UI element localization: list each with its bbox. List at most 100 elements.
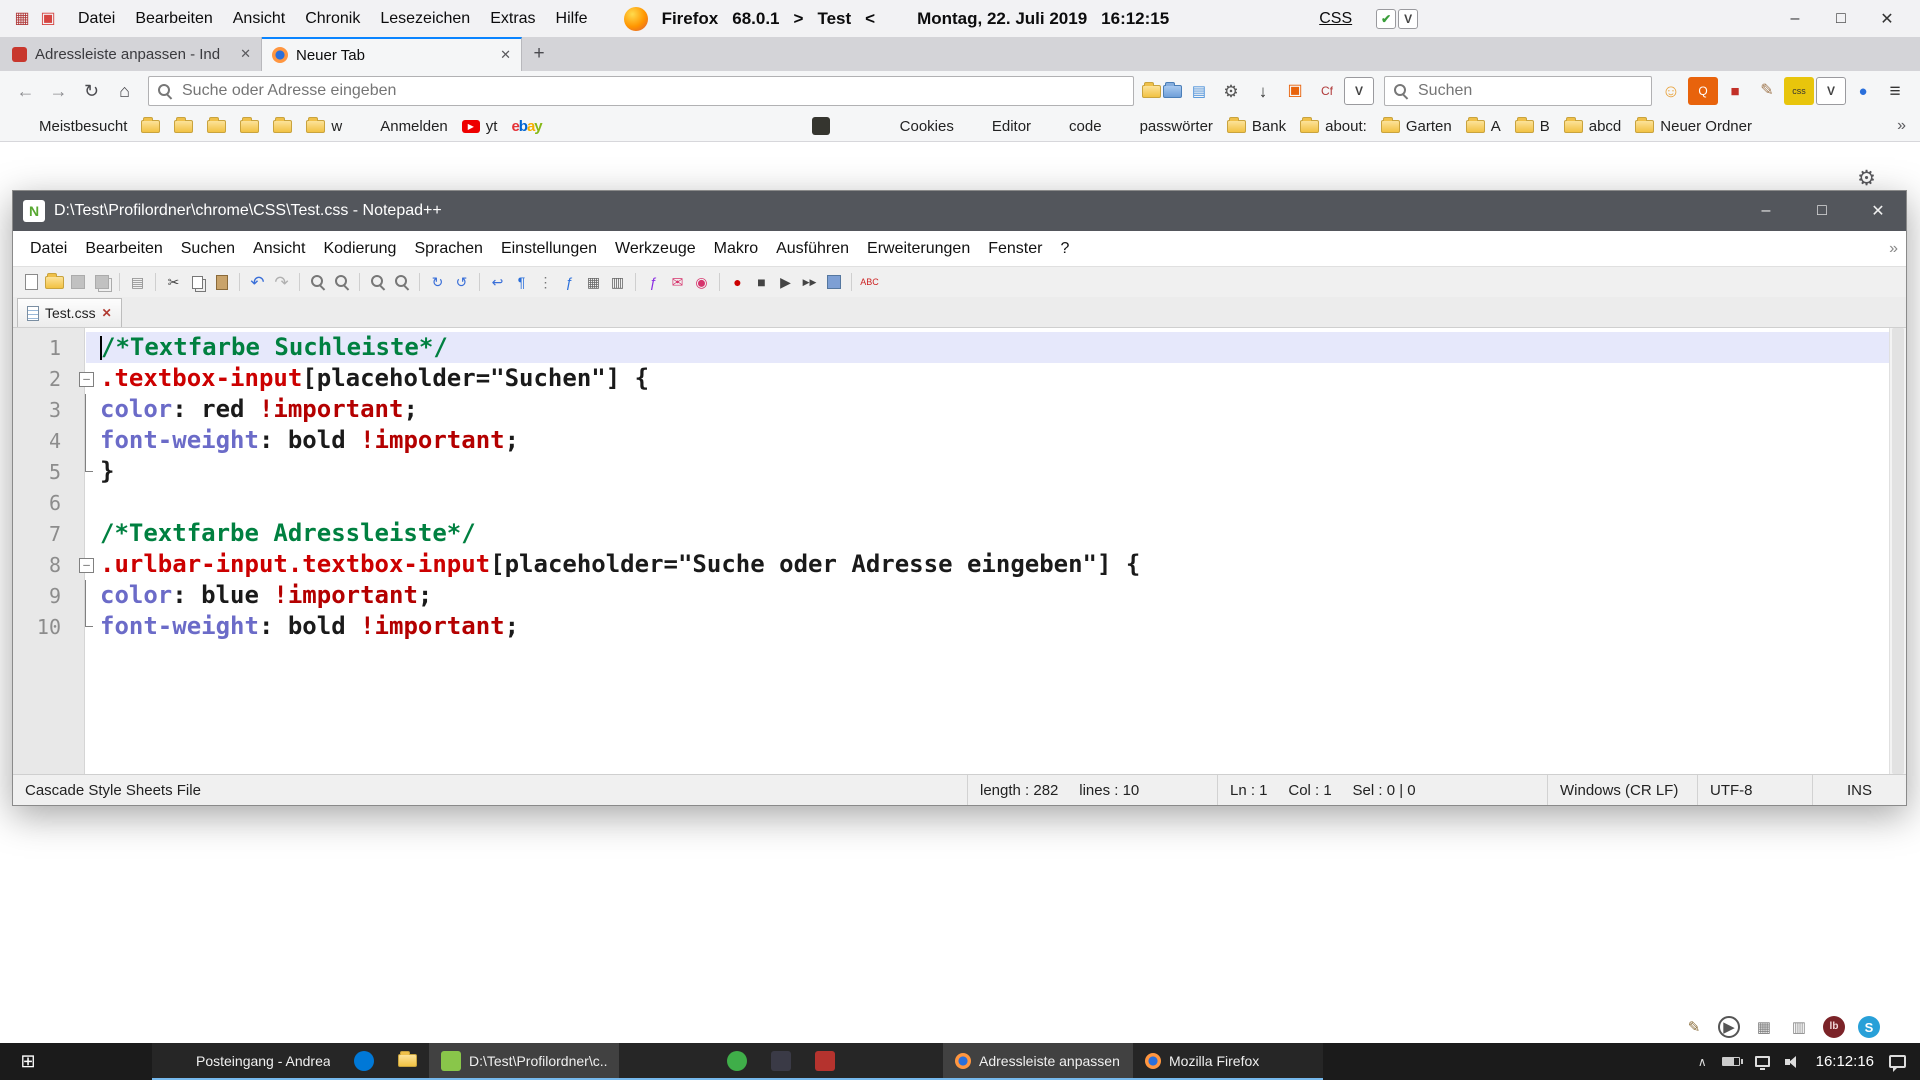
addon-v-icon[interactable]: V — [1344, 77, 1374, 105]
menu-suchen[interactable]: Suchen — [172, 236, 244, 262]
reload-button[interactable]: ↻ — [76, 77, 107, 106]
v-box-icon[interactable]: V — [1398, 9, 1418, 29]
addon-orange-icon[interactable]: ▣ — [1280, 77, 1310, 105]
sync-vertical-icon[interactable]: ↻ — [427, 272, 448, 293]
battery-icon[interactable] — [1722, 1057, 1740, 1066]
menu-fenster[interactable]: Fenster — [979, 236, 1051, 262]
bookmark-code[interactable]: code — [1040, 115, 1107, 137]
menu-ansicht[interactable]: Ansicht — [244, 236, 314, 262]
code-line[interactable]: 1/*Textfarbe Suchleiste*/ — [13, 332, 1889, 363]
zoom-in-icon[interactable] — [367, 272, 388, 293]
word-wrap-icon[interactable]: ↩ — [487, 272, 508, 293]
emoji-icon[interactable]: ☺ — [1656, 77, 1686, 105]
bookmark-youtube[interactable]: ▶yt — [457, 116, 503, 137]
code-line[interactable]: 2.textbox-input[placeholder="Suchen"] { — [13, 363, 1889, 394]
card-icon[interactable]: ▥ — [1788, 1016, 1810, 1038]
back-button[interactable]: ← — [10, 77, 41, 106]
bookmark-editor[interactable]: Editor — [963, 115, 1036, 137]
library-icon[interactable] — [1142, 85, 1161, 98]
pinned-app-1[interactable] — [56, 1043, 104, 1080]
cut-icon[interactable]: ✂ — [163, 272, 184, 293]
menu-ansicht[interactable]: Ansicht — [223, 6, 295, 32]
bookmark-bank[interactable]: Bank — [1222, 116, 1291, 137]
minimize-button[interactable]: – — [1738, 191, 1794, 231]
downloads-icon[interactable]: ↓ — [1248, 77, 1278, 105]
menu-ausführen[interactable]: Ausführen — [767, 236, 858, 262]
paste-icon[interactable] — [211, 272, 232, 293]
code-line[interactable]: 3color: red !important; — [13, 394, 1889, 425]
addon-blue-icon[interactable]: ● — [1848, 77, 1878, 105]
menu-einstellungen[interactable]: Einstellungen — [492, 236, 606, 262]
task-app-d[interactable] — [803, 1043, 847, 1080]
edit-pencil-icon[interactable]: ✎ — [1752, 77, 1782, 105]
bookmark-folder-4[interactable] — [235, 118, 264, 135]
menu-chronik[interactable]: Chronik — [295, 6, 370, 32]
bookmark-downloads[interactable] — [551, 115, 579, 137]
task-firefox-mozilla[interactable]: Mozilla Firefox — [1133, 1043, 1323, 1080]
menu-bearbeiten[interactable]: Bearbeiten — [76, 236, 171, 262]
code-line[interactable]: 6 — [13, 487, 1889, 518]
show-symbols-icon[interactable]: ¶ — [511, 272, 532, 293]
settings-gear-icon[interactable]: ⚙ — [1216, 77, 1246, 105]
status-green-icon[interactable]: ✔ — [1376, 9, 1396, 29]
function-list-icon[interactable]: ƒ — [559, 272, 580, 293]
spell-check-icon[interactable]: ABC — [859, 272, 880, 293]
bookmark-folder-2[interactable] — [169, 118, 198, 135]
css-label[interactable]: CSS — [1319, 10, 1352, 28]
calendar-icon[interactable]: ▦ — [1753, 1016, 1775, 1038]
code-line[interactable]: 7/*Textfarbe Adressleiste*/ — [13, 518, 1889, 549]
bookmark-lines-blue[interactable] — [839, 115, 867, 137]
replace-icon[interactable] — [331, 272, 352, 293]
bookmark-folder-3[interactable] — [202, 118, 231, 135]
bookmarks-overflow-icon[interactable]: » — [1893, 117, 1910, 135]
print-icon[interactable]: ▤ — [127, 272, 148, 293]
bookmark-b64[interactable] — [807, 115, 835, 137]
status-encoding[interactable]: UTF-8 — [1698, 775, 1813, 805]
newtab-gear-icon[interactable]: ⚙ — [1857, 166, 1876, 191]
menu-hamburger-icon[interactable]: ≡ — [1880, 77, 1910, 105]
menu-hilfe[interactable]: Hilfe — [546, 6, 598, 32]
pinned-app-2[interactable] — [104, 1043, 152, 1080]
grid-icon[interactable]: ▦ — [10, 7, 34, 31]
searchbar[interactable] — [1384, 76, 1652, 106]
stop-macro-icon[interactable]: ■ — [751, 272, 772, 293]
status-insert-mode[interactable]: INS — [1813, 775, 1906, 805]
clock[interactable]: 16:12:16 — [1816, 1053, 1874, 1070]
menu-extras[interactable]: Extras — [480, 6, 545, 32]
calendar-red-icon[interactable]: ▣ — [36, 7, 60, 31]
s-badge-icon[interactable]: S — [1858, 1016, 1880, 1038]
bookmark-cookies[interactable]: Cookies — [871, 115, 959, 137]
tab-inactive[interactable]: Adressleiste anpassen - Ind✕ — [2, 37, 262, 71]
tab-testcss[interactable]: Test.css ✕ — [17, 298, 122, 327]
bookmark-t-dot[interactable] — [743, 115, 771, 137]
play-circle-icon[interactable]: ▶ — [1718, 1016, 1740, 1038]
eye-icon[interactable]: ◉ — [691, 272, 712, 293]
indent-guide-icon[interactable]: ⋮ — [535, 272, 556, 293]
urlbar[interactable] — [148, 76, 1134, 106]
sync-horizontal-icon[interactable]: ↺ — [451, 272, 472, 293]
fold-toggle-icon[interactable] — [73, 549, 100, 580]
home-button[interactable]: ⌂ — [109, 77, 140, 106]
doc-map-icon[interactable]: ▦ — [583, 272, 604, 293]
menu-datei[interactable]: Datei — [68, 6, 125, 32]
maximize-button[interactable]: □ — [1818, 4, 1864, 34]
bookmark-b[interactable]: B — [1510, 116, 1555, 137]
menu-werkzeuge[interactable]: Werkzeuge — [606, 236, 705, 262]
tab-close-icon[interactable]: ✕ — [240, 46, 251, 62]
bookmark-folder-5[interactable] — [268, 118, 297, 135]
bookmark-github[interactable] — [583, 115, 611, 137]
open-file-icon[interactable] — [45, 276, 64, 289]
menu-[interactable]: ? — [1051, 236, 1078, 262]
bookmark-a[interactable]: A — [1461, 116, 1506, 137]
bookmark-meistbesucht[interactable]: Meistbesucht — [10, 115, 132, 137]
bookmark-folder-1[interactable] — [136, 118, 165, 135]
save-all-icon[interactable] — [91, 272, 112, 293]
task-mail[interactable]: Posteingang - Andrea... — [152, 1043, 342, 1080]
menu-datei[interactable]: Datei — [21, 236, 76, 262]
bookmark-passwoerter[interactable]: passwörter — [1111, 115, 1218, 137]
tab-close-icon[interactable]: ✕ — [500, 47, 511, 63]
play-multi-icon[interactable]: ▶▶ — [799, 272, 820, 293]
undo-icon[interactable]: ↶ — [247, 272, 268, 293]
addon-q-icon[interactable]: Q — [1688, 77, 1718, 105]
tab-active[interactable]: Neuer Tab✕ — [262, 37, 522, 71]
